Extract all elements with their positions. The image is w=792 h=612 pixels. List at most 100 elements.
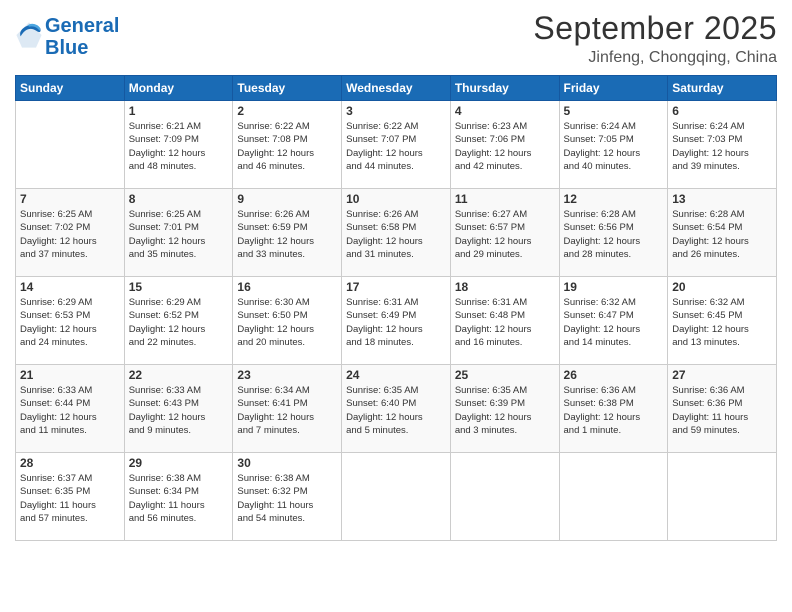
month-title: September 2025 [533, 10, 777, 47]
day-cell: 8 Sunrise: 6:25 AM Sunset: 7:01 PM Daylig… [124, 189, 233, 277]
day-number: 8 [129, 192, 229, 206]
day-info: Sunrise: 6:35 AM Sunset: 6:40 PM Dayligh… [346, 384, 446, 437]
day-info: Sunrise: 6:26 AM Sunset: 6:58 PM Dayligh… [346, 208, 446, 261]
day-cell: 27 Sunrise: 6:36 AM Sunset: 6:36 PM Dayli… [668, 365, 777, 453]
day-cell: 13 Sunrise: 6:28 AM Sunset: 6:54 PM Dayli… [668, 189, 777, 277]
weekday-header-thursday: Thursday [450, 76, 559, 101]
day-cell: 28 Sunrise: 6:37 AM Sunset: 6:35 PM Dayli… [16, 453, 125, 541]
day-number: 24 [346, 368, 446, 382]
logo-general: General [45, 15, 119, 37]
day-info: Sunrise: 6:25 AM Sunset: 7:02 PM Dayligh… [20, 208, 120, 261]
day-info: Sunrise: 6:31 AM Sunset: 6:48 PM Dayligh… [455, 296, 555, 349]
day-info: Sunrise: 6:34 AM Sunset: 6:41 PM Dayligh… [237, 384, 337, 437]
day-info: Sunrise: 6:29 AM Sunset: 6:52 PM Dayligh… [129, 296, 229, 349]
day-number: 4 [455, 104, 555, 118]
day-number: 15 [129, 280, 229, 294]
day-cell: 2 Sunrise: 6:22 AM Sunset: 7:08 PM Daylig… [233, 101, 342, 189]
day-cell: 14Sunrise: 6:29 AM Sunset: 6:53 PM Dayli… [16, 277, 125, 365]
day-number: 16 [237, 280, 337, 294]
day-cell [342, 453, 451, 541]
day-info: Sunrise: 6:38 AM Sunset: 6:32 PM Dayligh… [237, 472, 337, 525]
day-number: 2 [237, 104, 337, 118]
weekday-header-saturday: Saturday [668, 76, 777, 101]
day-number: 26 [564, 368, 664, 382]
weekday-header-monday: Monday [124, 76, 233, 101]
day-number: 28 [20, 456, 120, 470]
day-info: Sunrise: 6:35 AM Sunset: 6:39 PM Dayligh… [455, 384, 555, 437]
page: General Blue September 2025 Jinfeng, Cho… [0, 0, 792, 612]
day-info: Sunrise: 6:24 AM Sunset: 7:03 PM Dayligh… [672, 120, 772, 173]
day-info: Sunrise: 6:28 AM Sunset: 6:56 PM Dayligh… [564, 208, 664, 261]
weekday-header-row: SundayMondayTuesdayWednesdayThursdayFrid… [16, 76, 777, 101]
day-number: 7 [20, 192, 120, 206]
day-info: Sunrise: 6:27 AM Sunset: 6:57 PM Dayligh… [455, 208, 555, 261]
day-number: 29 [129, 456, 229, 470]
day-cell: 25Sunrise: 6:35 AM Sunset: 6:39 PM Dayli… [450, 365, 559, 453]
day-info: Sunrise: 6:30 AM Sunset: 6:50 PM Dayligh… [237, 296, 337, 349]
day-number: 22 [129, 368, 229, 382]
day-info: Sunrise: 6:32 AM Sunset: 6:47 PM Dayligh… [564, 296, 664, 349]
day-number: 13 [672, 192, 772, 206]
day-number: 10 [346, 192, 446, 206]
day-info: Sunrise: 6:25 AM Sunset: 7:01 PM Dayligh… [129, 208, 229, 261]
day-info: Sunrise: 6:22 AM Sunset: 7:08 PM Dayligh… [237, 120, 337, 173]
day-info: Sunrise: 6:38 AM Sunset: 6:34 PM Dayligh… [129, 472, 229, 525]
day-number: 27 [672, 368, 772, 382]
day-info: Sunrise: 6:28 AM Sunset: 6:54 PM Dayligh… [672, 208, 772, 261]
day-cell: 21 Sunrise: 6:33 AM Sunset: 6:44 PM Dayli… [16, 365, 125, 453]
logo: General Blue [15, 15, 119, 59]
title-block: September 2025 Jinfeng, Chongqing, China [533, 10, 777, 67]
day-info: Sunrise: 6:32 AM Sunset: 6:45 PM Dayligh… [672, 296, 772, 349]
day-number: 6 [672, 104, 772, 118]
day-info: Sunrise: 6:36 AM Sunset: 6:38 PM Dayligh… [564, 384, 664, 437]
weekday-header-tuesday: Tuesday [233, 76, 342, 101]
day-number: 5 [564, 104, 664, 118]
day-info: Sunrise: 6:23 AM Sunset: 7:06 PM Dayligh… [455, 120, 555, 173]
day-number: 17 [346, 280, 446, 294]
weekday-header-sunday: Sunday [16, 76, 125, 101]
day-cell: 26 Sunrise: 6:36 AM Sunset: 6:38 PM Dayli… [559, 365, 668, 453]
day-number: 18 [455, 280, 555, 294]
day-info: Sunrise: 6:26 AM Sunset: 6:59 PM Dayligh… [237, 208, 337, 261]
day-cell [559, 453, 668, 541]
day-cell: 30 Sunrise: 6:38 AM Sunset: 6:32 PM Dayli… [233, 453, 342, 541]
day-number: 12 [564, 192, 664, 206]
header: General Blue September 2025 Jinfeng, Cho… [15, 10, 777, 67]
day-cell: 16 Sunrise: 6:30 AM Sunset: 6:50 PM Dayli… [233, 277, 342, 365]
day-info: Sunrise: 6:22 AM Sunset: 7:07 PM Dayligh… [346, 120, 446, 173]
day-cell: 15 Sunrise: 6:29 AM Sunset: 6:52 PM Dayli… [124, 277, 233, 365]
logo-blue: Blue [45, 37, 88, 59]
day-cell: 1Sunrise: 6:21 AM Sunset: 7:09 PM Daylig… [124, 101, 233, 189]
day-cell: 23Sunrise: 6:34 AM Sunset: 6:41 PM Dayli… [233, 365, 342, 453]
day-cell [16, 101, 125, 189]
day-cell: 9 Sunrise: 6:26 AM Sunset: 6:59 PM Daylig… [233, 189, 342, 277]
weekday-header-wednesday: Wednesday [342, 76, 451, 101]
day-cell [668, 453, 777, 541]
day-number: 30 [237, 456, 337, 470]
week-row-2: 7 Sunrise: 6:25 AM Sunset: 7:02 PM Daylig… [16, 189, 777, 277]
logo-icon [15, 21, 43, 49]
day-info: Sunrise: 6:29 AM Sunset: 6:53 PM Dayligh… [20, 296, 120, 349]
day-cell: 5 Sunrise: 6:24 AM Sunset: 7:05 PM Daylig… [559, 101, 668, 189]
day-info: Sunrise: 6:31 AM Sunset: 6:49 PM Dayligh… [346, 296, 446, 349]
day-info: Sunrise: 6:33 AM Sunset: 6:44 PM Dayligh… [20, 384, 120, 437]
day-cell: 7 Sunrise: 6:25 AM Sunset: 7:02 PM Daylig… [16, 189, 125, 277]
week-row-5: 28 Sunrise: 6:37 AM Sunset: 6:35 PM Dayli… [16, 453, 777, 541]
day-number: 20 [672, 280, 772, 294]
day-cell: 29 Sunrise: 6:38 AM Sunset: 6:34 PM Dayli… [124, 453, 233, 541]
day-number: 19 [564, 280, 664, 294]
day-number: 9 [237, 192, 337, 206]
day-cell: 3Sunrise: 6:22 AM Sunset: 7:07 PM Daylig… [342, 101, 451, 189]
day-cell: 22Sunrise: 6:33 AM Sunset: 6:43 PM Dayli… [124, 365, 233, 453]
day-cell: 10 Sunrise: 6:26 AM Sunset: 6:58 PM Dayli… [342, 189, 451, 277]
day-cell: 20 Sunrise: 6:32 AM Sunset: 6:45 PM Dayli… [668, 277, 777, 365]
day-cell: 17 Sunrise: 6:31 AM Sunset: 6:49 PM Dayli… [342, 277, 451, 365]
day-cell: 18 Sunrise: 6:31 AM Sunset: 6:48 PM Dayli… [450, 277, 559, 365]
calendar: SundayMondayTuesdayWednesdayThursdayFrid… [15, 75, 777, 541]
day-info: Sunrise: 6:24 AM Sunset: 7:05 PM Dayligh… [564, 120, 664, 173]
day-cell: 19 Sunrise: 6:32 AM Sunset: 6:47 PM Dayli… [559, 277, 668, 365]
day-number: 21 [20, 368, 120, 382]
day-cell: 6 Sunrise: 6:24 AM Sunset: 7:03 PM Daylig… [668, 101, 777, 189]
day-info: Sunrise: 6:36 AM Sunset: 6:36 PM Dayligh… [672, 384, 772, 437]
day-info: Sunrise: 6:37 AM Sunset: 6:35 PM Dayligh… [20, 472, 120, 525]
